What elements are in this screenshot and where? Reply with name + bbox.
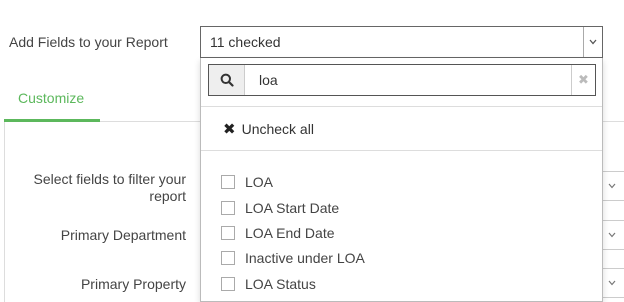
- chevron-down-icon: [608, 280, 615, 286]
- search-box: ✖: [208, 64, 596, 96]
- panel-border: [4, 122, 5, 302]
- list-item[interactable]: LOA Start Date: [221, 198, 339, 218]
- checkbox[interactable]: [221, 277, 235, 291]
- option-label: LOA End Date: [245, 225, 335, 241]
- fields-multiselect[interactable]: 11 checked: [200, 26, 603, 58]
- option-label: LOA Status: [245, 276, 316, 292]
- uncheck-all-button[interactable]: ✖ Uncheck all: [223, 120, 314, 138]
- option-label: LOA: [245, 174, 274, 190]
- selected-summary: 11 checked: [210, 34, 281, 50]
- tab-active-indicator: [4, 119, 100, 122]
- option-label: Inactive under LOA: [245, 250, 365, 266]
- list-item[interactable]: LOA End Date: [221, 223, 335, 243]
- search-input[interactable]: [246, 65, 571, 95]
- chevron-down-icon[interactable]: [583, 27, 602, 57]
- tab-customize[interactable]: Customize: [18, 90, 84, 106]
- uncheck-all-label: Uncheck all: [241, 121, 314, 137]
- option-label: LOA Start Date: [245, 200, 340, 216]
- chevron-down-icon: [608, 232, 615, 238]
- divider: [201, 106, 602, 107]
- checkbox[interactable]: [221, 226, 235, 240]
- list-item[interactable]: Inactive under LOA: [221, 248, 365, 268]
- clear-icon[interactable]: ✖: [571, 65, 595, 95]
- filter-fields-label-line2: report: [149, 188, 186, 204]
- filter-fields-label-line1: Select fields to filter your: [33, 171, 186, 187]
- checkbox[interactable]: [221, 251, 235, 265]
- checkbox[interactable]: [221, 175, 235, 189]
- close-icon: ✖: [223, 121, 236, 138]
- chevron-down-icon: [608, 183, 615, 189]
- checkbox[interactable]: [221, 201, 235, 215]
- fields-dropdown: ✖ ✖ Uncheck all LOA LOA Start Date LOA E…: [200, 58, 603, 302]
- add-fields-label: Add Fields to your Report: [9, 34, 168, 50]
- primary-department-label: Primary Department: [60, 227, 186, 243]
- search-icon[interactable]: [209, 65, 245, 95]
- divider: [201, 150, 602, 151]
- list-item[interactable]: LOA: [221, 172, 273, 192]
- primary-property-label: Primary Property: [80, 276, 186, 292]
- filter-fields-label: Select fields to filter your report: [33, 171, 186, 205]
- list-item[interactable]: LOA Status: [221, 274, 316, 294]
